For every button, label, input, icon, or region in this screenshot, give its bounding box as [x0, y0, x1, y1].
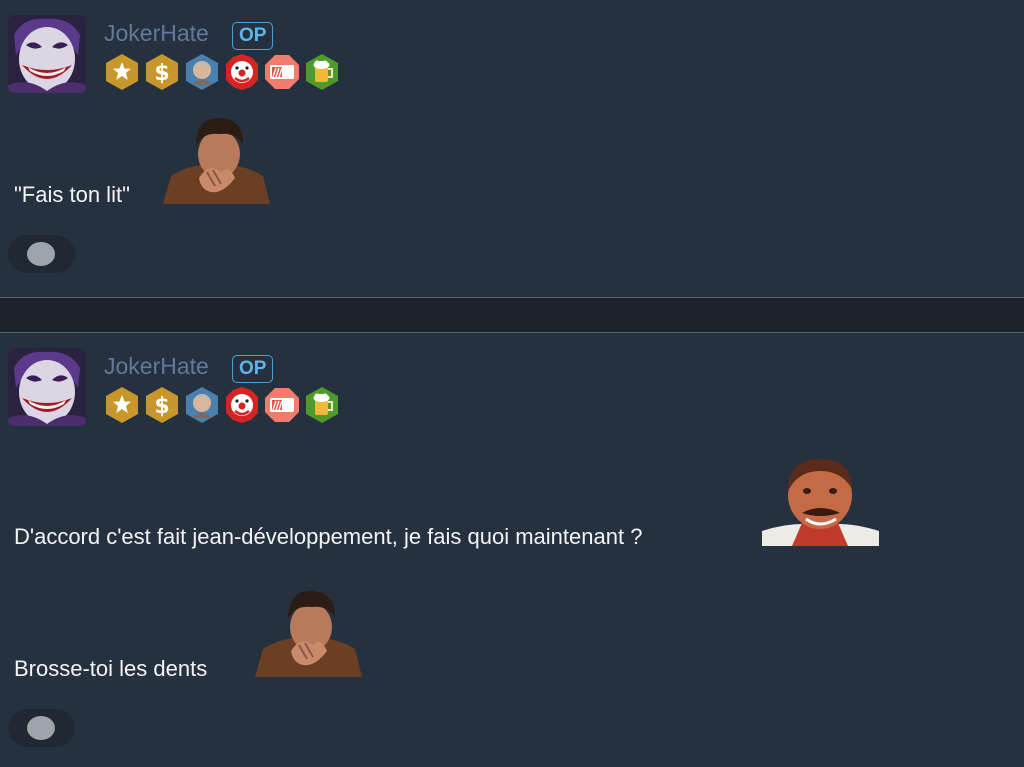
reaction-dot-icon — [27, 242, 55, 266]
post: JokerHate OP $ D'accord c'est fait jean-… — [0, 333, 1024, 767]
reaction-toggle[interactable] — [8, 235, 75, 273]
clown-badge[interactable] — [224, 386, 260, 424]
star-badge[interactable] — [104, 53, 140, 91]
message-text: D'accord c'est fait jean-développement, … — [14, 524, 643, 549]
laughing-man-sticker — [163, 114, 270, 204]
card-badge[interactable] — [264, 53, 300, 91]
svg-text:$: $ — [154, 61, 169, 86]
portrait-badge[interactable] — [184, 386, 220, 424]
post-separator — [0, 297, 1024, 333]
username[interactable]: JokerHate — [104, 20, 209, 47]
laughing-man-sticker — [255, 587, 362, 677]
card-badge[interactable] — [264, 386, 300, 424]
username[interactable]: JokerHate — [104, 353, 209, 380]
joker-avatar[interactable] — [8, 348, 86, 426]
message-text: Brosse-toi les dents — [14, 656, 208, 681]
joker-avatar[interactable] — [8, 15, 86, 93]
dollar-badge[interactable]: $ — [144, 386, 180, 424]
message-text: "Fais ton lit" — [14, 182, 130, 207]
op-badge: OP — [232, 22, 274, 50]
beer-badge[interactable] — [304, 53, 340, 91]
clown-badge[interactable] — [224, 53, 260, 91]
dollar-badge[interactable]: $ — [144, 53, 180, 91]
beer-badge[interactable] — [304, 386, 340, 424]
reaction-toggle[interactable] — [8, 709, 75, 747]
svg-text:$: $ — [154, 394, 169, 419]
op-badge: OP — [232, 355, 274, 383]
risitas-sticker — [762, 457, 879, 546]
reaction-dot-icon — [27, 716, 55, 740]
star-badge[interactable] — [104, 386, 140, 424]
post: JokerHate OP $ "Fais ton lit" — [0, 0, 1024, 297]
portrait-badge[interactable] — [184, 53, 220, 91]
